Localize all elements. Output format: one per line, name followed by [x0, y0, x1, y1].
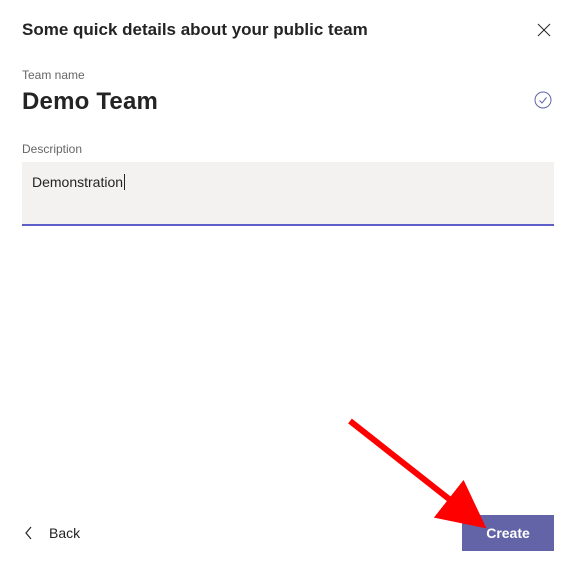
- description-value: Demonstration: [32, 174, 123, 190]
- create-button[interactable]: Create: [462, 515, 554, 551]
- check-circle-icon: [534, 91, 552, 114]
- team-name-input[interactable]: Demo Team: [22, 88, 158, 116]
- description-input[interactable]: Demonstration: [22, 162, 554, 226]
- chevron-left-icon: [24, 526, 33, 540]
- back-button[interactable]: Back: [22, 519, 82, 547]
- team-name-label: Team name: [22, 68, 554, 82]
- description-label: Description: [22, 142, 554, 156]
- back-label: Back: [49, 525, 80, 541]
- close-icon: [537, 23, 551, 37]
- close-button[interactable]: [534, 20, 554, 40]
- dialog-title: Some quick details about your public tea…: [22, 20, 368, 40]
- text-caret: [124, 174, 125, 190]
